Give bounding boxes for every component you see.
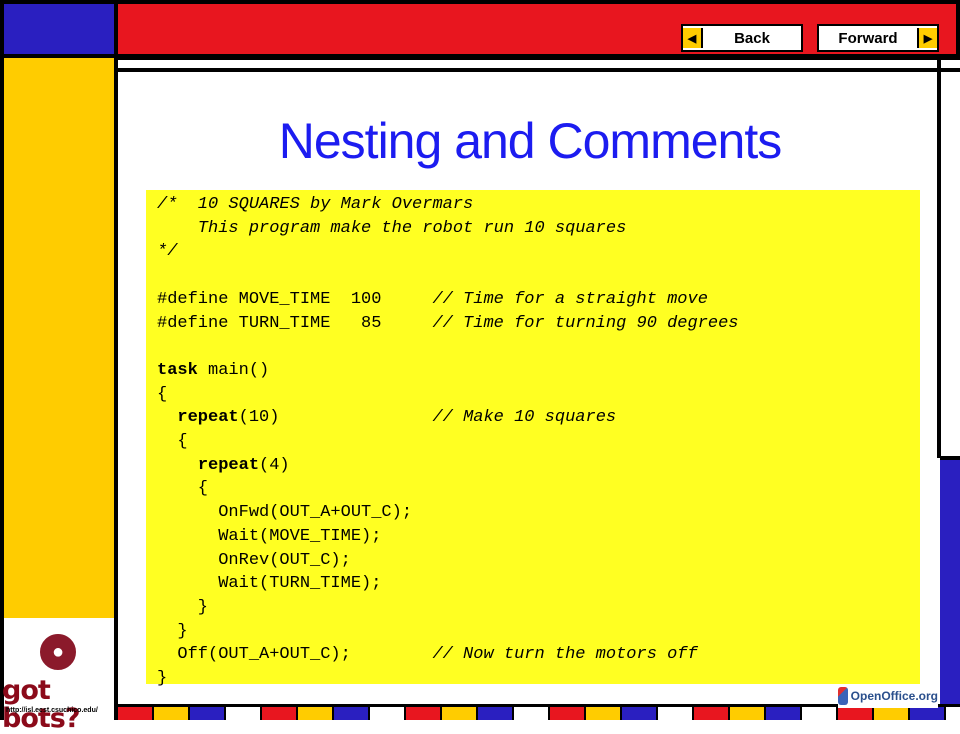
code-text: OnFwd(OUT_A+OUT_C); [157, 503, 413, 523]
code-comment: /* 10 SQUARES by Mark Overmars [157, 195, 474, 214]
code-line: #define MOVE_TIME 100 // Time for a stra… [157, 288, 920, 312]
footer-color-strip [118, 704, 960, 720]
forward-button-label: Forward [838, 29, 898, 47]
code-line: OnRev(OUT_C); [157, 549, 920, 573]
code-line: } [157, 596, 920, 620]
code-text: { [157, 384, 168, 404]
wildcat-mascot-icon: ● [38, 632, 78, 672]
got-bots-url: http://isl.ecst.csuchico.edu/ [6, 707, 98, 714]
forward-button[interactable]: Forward ▶ [817, 24, 939, 52]
code-text: (10) [238, 408, 433, 428]
code-comment: This program make the robot run 10 squar… [157, 218, 627, 238]
code-panel: /* 10 SQUARES by Mark Overmars This prog… [146, 190, 920, 688]
back-arrow-icon: ◀ [683, 28, 703, 48]
code-text: #define TURN_TIME 85 [157, 313, 433, 333]
code-comment: // Make 10 squares [432, 408, 617, 428]
divider [118, 56, 960, 60]
code-line: { [157, 383, 920, 407]
back-button[interactable]: ◀ Back [681, 24, 803, 52]
code-text: } [157, 621, 188, 641]
code-text: } [157, 597, 209, 617]
got-bots-logo: got bots? [2, 675, 81, 734]
code-line: */ [157, 240, 920, 264]
code-text: Off(OUT_A+OUT_C); [157, 645, 433, 665]
code-line: /* 10 SQUARES by Mark Overmars [157, 193, 920, 217]
corner-blue-block [0, 0, 118, 58]
openoffice-logo: OpenOffice.org [838, 684, 938, 708]
right-blue-block [940, 456, 960, 706]
code-line: task main() [157, 359, 920, 383]
code-line: repeat(10) // Make 10 squares [157, 406, 920, 430]
code-keyword: repeat [197, 455, 260, 475]
code-keyword: repeat [177, 408, 239, 428]
code-line: #define TURN_TIME 85 // Time for turning… [157, 312, 920, 336]
code-comment: */ [157, 242, 178, 262]
code-comment: // Time for a straight move [432, 289, 708, 309]
code-text: { [157, 479, 209, 499]
code-text: main() [197, 360, 270, 380]
code-text: } [157, 669, 168, 689]
code-block: /* 10 SQUARES by Mark Overmars This prog… [146, 190, 920, 691]
code-text: #define MOVE_TIME 100 [157, 289, 433, 309]
code-line: Wait(TURN_TIME); [157, 572, 920, 596]
code-line: { [157, 430, 920, 454]
code-line: { [157, 477, 920, 501]
code-comment: // Time for turning 90 degrees [432, 313, 739, 333]
code-line: } [157, 667, 920, 691]
code-line: Off(OUT_A+OUT_C); // Now turn the motors… [157, 643, 920, 667]
code-comment: // Now turn the motors off [432, 645, 698, 665]
code-line: This program make the robot run 10 squar… [157, 217, 920, 241]
code-text: OnRev(OUT_C); [157, 550, 351, 570]
code-line: Wait(MOVE_TIME); [157, 525, 920, 549]
code-text: { [157, 432, 188, 452]
forward-arrow-icon: ▶ [917, 28, 937, 48]
back-button-label: Back [734, 29, 770, 47]
code-line: } [157, 620, 920, 644]
code-text: Wait(MOVE_TIME); [157, 526, 382, 546]
code-line: repeat(4) [157, 454, 920, 478]
openoffice-label: OpenOffice.org [850, 689, 938, 703]
left-yellow-panel [0, 58, 118, 618]
code-line: OnFwd(OUT_A+OUT_C); [157, 501, 920, 525]
code-keyword: task [157, 360, 198, 380]
slide-title: Nesting and Comments [278, 113, 782, 169]
openoffice-icon [838, 687, 848, 705]
code-text: Wait(TURN_TIME); [157, 574, 382, 594]
code-text: (4) [259, 455, 290, 475]
divider [118, 68, 960, 72]
